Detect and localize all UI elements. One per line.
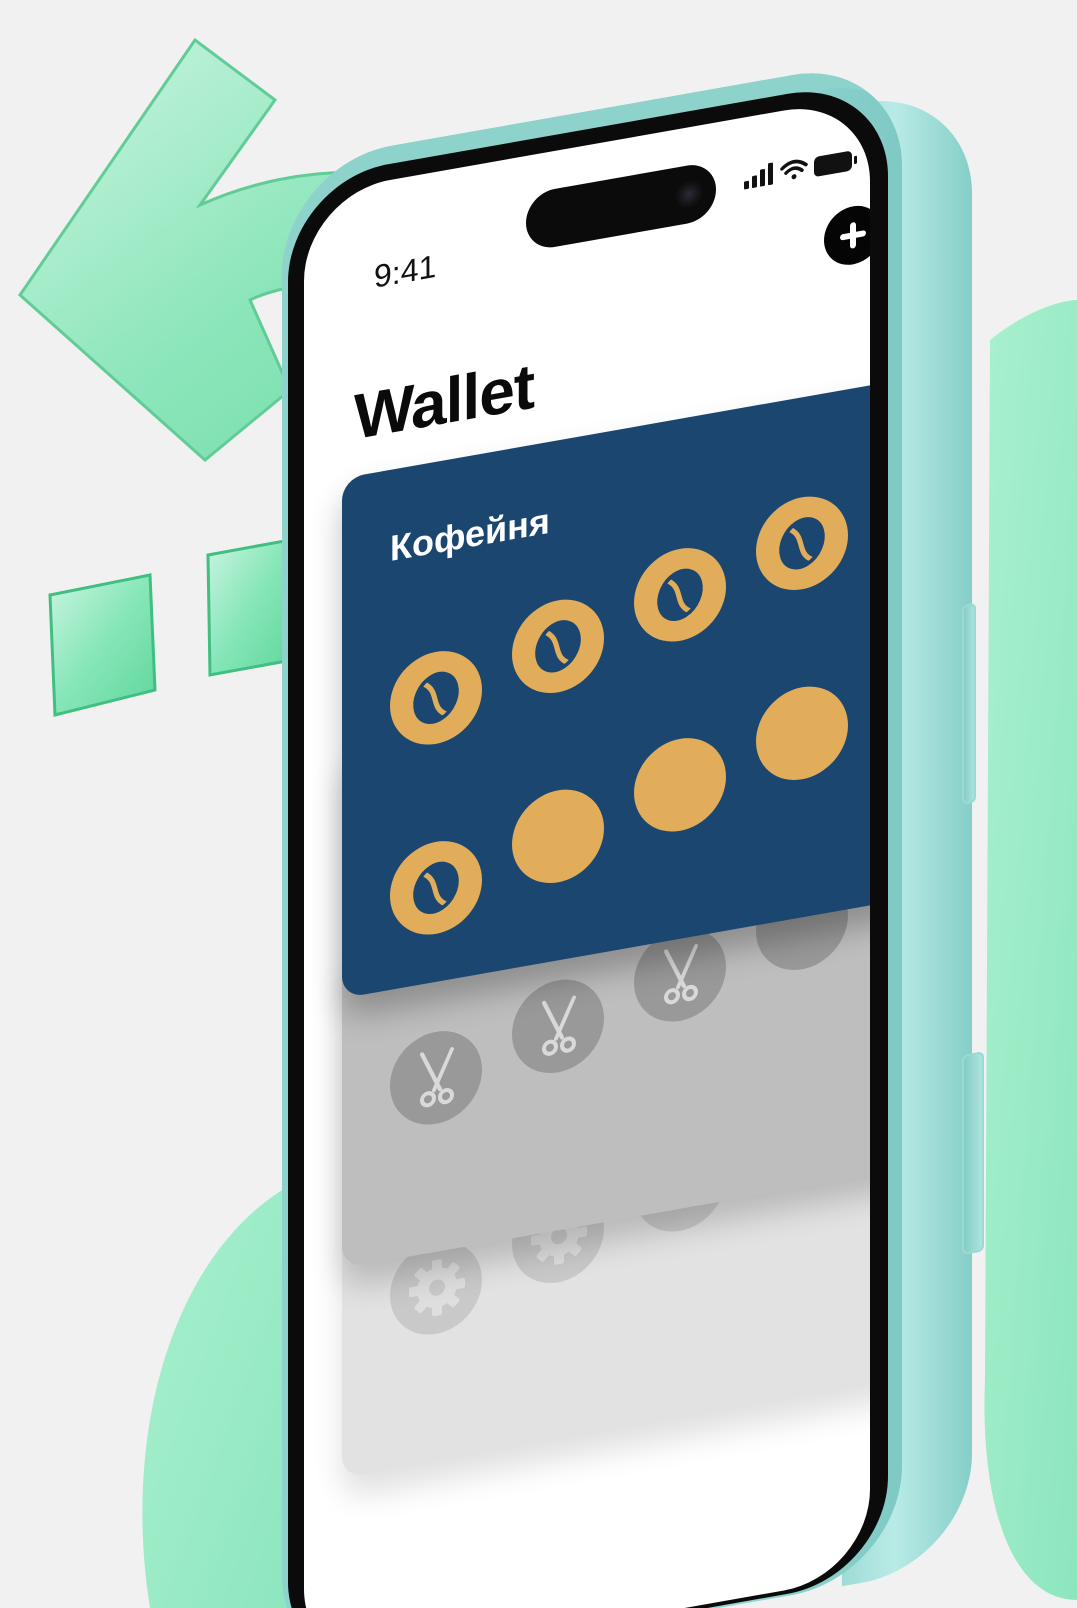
stamp-slot — [512, 972, 604, 1081]
volume-button — [962, 602, 976, 806]
coffee-bean-icon — [413, 861, 459, 914]
coffee-bean-icon — [657, 568, 703, 621]
stamp-slot — [390, 833, 482, 942]
power-button — [962, 1051, 984, 1256]
scissors-icon — [542, 995, 576, 1056]
loyalty-card-coffee[interactable]: Кофейня — [342, 378, 870, 999]
battery-icon — [814, 151, 857, 177]
camera-icon — [676, 178, 702, 210]
phone-screen: 9:41 Wallet Кофейня — [304, 95, 870, 1608]
stamp-slot — [756, 489, 848, 598]
dynamic-island — [526, 160, 716, 252]
add-card-button[interactable] — [824, 201, 870, 270]
status-icons — [744, 151, 857, 190]
page-title: Wallet — [354, 349, 535, 454]
stamp-slot — [390, 643, 482, 752]
stamp-slot — [512, 782, 604, 891]
stamp-slot — [634, 540, 726, 649]
phone-device: 9:41 Wallet Кофейня — [282, 55, 984, 1608]
coffee-bean-icon — [779, 517, 825, 570]
stamp-slot — [512, 592, 604, 701]
promo-stage: 9:41 Wallet Кофейня — [0, 0, 1077, 1608]
coffee-bean-icon — [535, 620, 581, 673]
signal-icon — [744, 162, 773, 190]
coffee-bean-icon — [413, 671, 459, 724]
stamp-slot — [390, 1023, 482, 1132]
wifi-icon — [780, 159, 808, 180]
plus-icon — [840, 222, 866, 249]
card-name: Кофейня — [390, 499, 550, 569]
stamp-slot — [634, 730, 726, 839]
status-time: 9:41 — [374, 247, 437, 295]
stamp-slot — [756, 679, 848, 788]
scissors-icon — [420, 1046, 454, 1108]
phone-mockup: 9:41 Wallet Кофейня — [0, 0, 1077, 1608]
